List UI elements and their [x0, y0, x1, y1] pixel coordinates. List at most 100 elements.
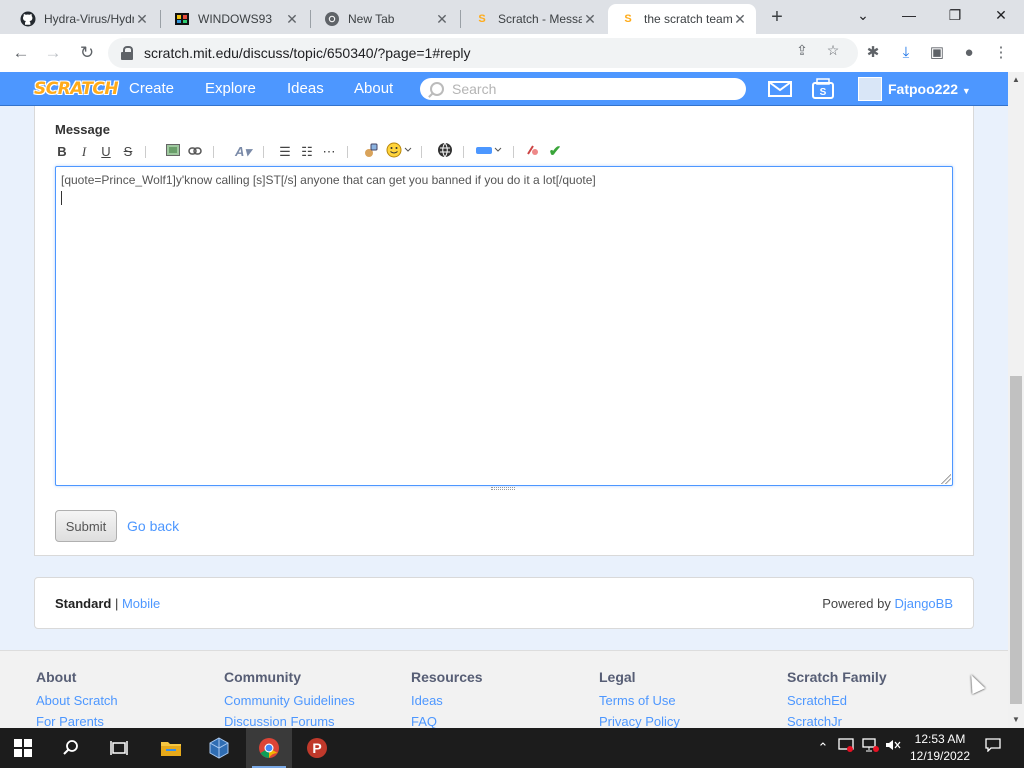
search-input[interactable]: [452, 81, 732, 97]
reload-icon[interactable]: ↻: [74, 40, 100, 66]
footer-link[interactable]: Ideas: [411, 693, 483, 708]
footer-link[interactable]: ScratchJr: [787, 714, 887, 728]
powered-by-label: Powered by: [822, 596, 895, 611]
close-window-icon[interactable]: ✕: [978, 0, 1024, 30]
start-button[interactable]: [0, 728, 46, 768]
footer-link[interactable]: For Parents: [36, 714, 118, 728]
tab-windows93[interactable]: WINDOWS93 ✕: [162, 4, 308, 34]
numbered-list-icon[interactable]: ☷: [299, 142, 315, 162]
username-menu[interactable]: Fatpoo222 ▼: [888, 72, 971, 106]
separator: |: [111, 596, 122, 611]
footer-link[interactable]: Terms of Use: [599, 693, 680, 708]
search-box[interactable]: [420, 78, 746, 100]
profile-icon[interactable]: ●: [958, 42, 980, 64]
message-textarea[interactable]: [quote=Prince_Wolf1]y'know calling [s]ST…: [55, 166, 953, 486]
tab-search-icon[interactable]: ⌄: [840, 0, 886, 30]
footer-link[interactable]: Discussion Forums: [224, 714, 355, 728]
footer-link[interactable]: Community Guidelines: [224, 693, 355, 708]
tray-overflow-icon[interactable]: ⌃: [814, 728, 832, 768]
scratchblocks-icon[interactable]: [475, 142, 503, 162]
text-caret: [61, 191, 62, 205]
chrome-icon: [324, 11, 340, 27]
quote-icon[interactable]: [363, 142, 379, 162]
font-color-icon[interactable]: A▾: [231, 142, 255, 162]
image-icon[interactable]: [165, 142, 181, 162]
djangobb-link[interactable]: DjangoBB: [894, 596, 953, 611]
toolbar-divider: [347, 146, 348, 158]
menu-icon[interactable]: ⋮: [990, 42, 1012, 64]
bold-button[interactable]: B: [55, 142, 69, 162]
scratch-icon: S: [624, 13, 632, 25]
share-icon[interactable]: ⇪: [793, 41, 811, 59]
psiphon-icon[interactable]: P: [294, 728, 340, 768]
scratch-logo[interactable]: SCRATCH: [34, 77, 119, 101]
scrollbar-thumb[interactable]: [1010, 376, 1022, 704]
nav-explore[interactable]: Explore: [205, 72, 256, 106]
scroll-down-icon[interactable]: ▼: [1008, 712, 1024, 728]
nav-about[interactable]: About: [354, 72, 393, 106]
address-bar[interactable]: scratch.mit.edu/discuss/topic/650340/?pa…: [108, 38, 858, 68]
footer-link[interactable]: Privacy Policy: [599, 714, 680, 728]
close-icon[interactable]: ✕: [582, 11, 598, 27]
close-icon[interactable]: ✕: [434, 11, 450, 27]
page-scrollbar[interactable]: ▲ ▼: [1008, 72, 1024, 728]
resize-grip[interactable]: [491, 487, 515, 490]
my-stuff-icon[interactable]: S: [810, 77, 836, 101]
italic-button[interactable]: I: [77, 142, 91, 162]
preview-check-icon[interactable]: ✔: [547, 142, 563, 162]
strike-button[interactable]: S: [121, 142, 135, 162]
editor-toolbar: B I U S A▾ ☰ ☷ ⋯ ✔: [55, 142, 655, 162]
underline-button[interactable]: U: [99, 142, 113, 162]
forward-icon[interactable]: →: [40, 40, 66, 66]
toolbar-divider: [145, 146, 146, 158]
virtualbox-icon[interactable]: [196, 728, 242, 768]
link-icon[interactable]: [187, 142, 203, 162]
close-icon[interactable]: ✕: [732, 11, 748, 27]
bullet-list-icon[interactable]: ☰: [277, 142, 293, 162]
file-explorer-icon[interactable]: [148, 728, 194, 768]
tab-scratch-messages[interactable]: S Scratch - Messages ✕: [462, 4, 606, 34]
close-icon[interactable]: ✕: [284, 11, 300, 27]
nav-create[interactable]: Create: [129, 72, 174, 106]
back-icon[interactable]: ←: [8, 40, 34, 66]
list-item-icon[interactable]: ⋯: [321, 142, 337, 162]
footer-link[interactable]: FAQ: [411, 714, 483, 728]
messages-icon[interactable]: [767, 77, 793, 101]
security-tray-icon[interactable]: [836, 728, 856, 768]
reply-form: Message B I U S A▾ ☰ ☷ ⋯ ✔ [quote=Prince…: [34, 106, 974, 556]
textarea-resize-handle[interactable]: [941, 474, 951, 484]
system-clock[interactable]: 12:53 AM 12/19/2022: [900, 731, 980, 765]
download-icon[interactable]: ⤓: [895, 42, 917, 64]
tab-title: the scratch team: [644, 12, 732, 26]
restore-icon[interactable]: ❐: [932, 0, 978, 30]
message-label: Message: [55, 122, 110, 137]
side-panel-icon[interactable]: ▣: [926, 42, 948, 64]
globe-icon[interactable]: [437, 142, 453, 162]
mobile-view-link[interactable]: Mobile: [122, 596, 160, 611]
tab-hydra[interactable]: Hydra-Virus/Hydra ✕: [8, 4, 158, 34]
task-view-icon[interactable]: [96, 728, 142, 768]
scratch-icon: S: [478, 13, 486, 25]
minimize-icon[interactable]: —: [886, 0, 932, 30]
scroll-up-icon[interactable]: ▲: [1008, 72, 1024, 88]
bookmark-star-icon[interactable]: ☆: [824, 41, 842, 59]
submit-button[interactable]: Submit: [55, 510, 117, 542]
network-icon[interactable]: [860, 728, 882, 768]
emoji-icon[interactable]: [385, 142, 413, 162]
close-icon[interactable]: ✕: [134, 11, 150, 27]
notifications-icon[interactable]: [982, 728, 1004, 768]
footer-link[interactable]: ScratchEd: [787, 693, 887, 708]
tab-scratch-team[interactable]: S the scratch team ✕: [608, 4, 756, 34]
nav-ideas[interactable]: Ideas: [287, 72, 324, 106]
avatar[interactable]: [858, 77, 882, 101]
clean-icon[interactable]: [525, 142, 541, 162]
footer-column-community: Community Community Guidelines Discussio…: [224, 669, 355, 728]
footer-link[interactable]: About Scratch: [36, 693, 118, 708]
extensions-icon[interactable]: ✱: [862, 42, 884, 64]
go-back-link[interactable]: Go back: [127, 518, 179, 534]
taskbar-search-icon[interactable]: [48, 728, 94, 768]
chrome-taskbar-icon[interactable]: [246, 728, 292, 768]
new-tab-button[interactable]: +: [766, 6, 788, 28]
tab-new-tab[interactable]: New Tab ✕: [312, 4, 458, 34]
tab-title: New Tab: [348, 12, 395, 26]
